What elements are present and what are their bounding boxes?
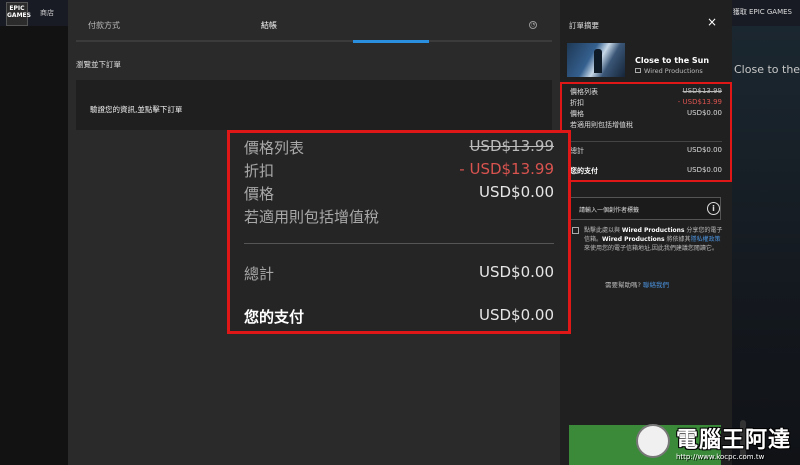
list-price-row: 價格列表 USD$13.99 — [570, 87, 722, 97]
review-heading: 瀏覽並下訂單 — [76, 60, 121, 69]
zoom-discount-row: 折扣 - USD$13.99 — [244, 160, 554, 181]
help-line: 需要幫助嗎? 聯絡我們 — [605, 279, 669, 289]
zoom-price-row: 價格 USD$0.00 — [244, 183, 554, 204]
zoom-price-value: USD$0.00 — [479, 183, 554, 201]
price-divider — [570, 141, 722, 142]
creator-tag-placeholder: 請輸入一個創作者標籤 — [579, 207, 640, 214]
zoom-divider — [244, 243, 554, 244]
step-complete-icon: ◔ — [529, 21, 537, 29]
summary-title: 訂單摘要 — [569, 21, 599, 30]
zoom-you-pay-value: USD$0.00 — [479, 306, 554, 324]
thumbnail-figure — [594, 49, 602, 73]
zoom-vat-note: 若適用則包括增值稅 — [244, 206, 554, 227]
tab-progress-track — [76, 40, 552, 42]
vat-note: 若適用則包括增值稅 — [570, 120, 722, 130]
zoom-subtotal-row: 總計 USD$0.00 — [244, 263, 554, 284]
zoom-list-price-value: USD$13.99 — [469, 137, 554, 155]
consent-text-4: 來使用您的電子信箱地址,因此我們建議您閱讀它。 — [584, 245, 718, 252]
vat-note-text: 若適用則包括增值稅 — [570, 121, 633, 129]
tab-payment-method[interactable]: 付款方式 — [88, 20, 120, 31]
game-thumbnail — [567, 43, 625, 77]
contact-us-link[interactable]: 聯絡我們 — [643, 281, 669, 289]
share-email-checkbox[interactable] — [572, 227, 579, 234]
price-row: 價格 USD$0.00 — [570, 109, 722, 119]
zoom-you-pay-row: 您的支付 USD$0.00 — [244, 306, 554, 327]
price-label: 價格 — [570, 110, 584, 118]
zoom-vat-note-text: 若適用則包括增值稅 — [244, 208, 380, 226]
discount-value: - USD$13.99 — [677, 98, 722, 106]
verify-info-text: 驗證您的資訊,並點擊下訂單 — [90, 105, 183, 114]
close-icon[interactable]: × — [707, 16, 717, 28]
mascot-icon — [636, 424, 670, 458]
zoom-discount-label: 折扣 — [244, 162, 275, 180]
list-price-label: 價格列表 — [570, 88, 598, 96]
help-text: 需要幫助嗎? — [605, 281, 641, 289]
tab-checkout[interactable]: 結帳 — [261, 20, 277, 31]
privacy-policy-link[interactable]: 隱私權政策 — [691, 236, 721, 243]
verify-info-box: 驗證您的資訊,並點擊下訂單 — [76, 80, 552, 130]
epic-logo[interactable]: EPIC GAMES — [6, 2, 31, 26]
list-price-value: USD$13.99 — [682, 87, 722, 95]
subtotal-row: 總計 USD$0.00 — [570, 146, 722, 156]
zoom-list-price-label: 價格列表 — [244, 139, 305, 157]
zoom-price-label: 價格 — [244, 185, 275, 203]
zoom-list-price-row: 價格列表 USD$13.99 — [244, 137, 554, 158]
consent-publisher: Wired Productions — [621, 227, 685, 234]
price-zoom-callout: 價格列表 USD$13.99 折扣 - USD$13.99 價格 USD$0.0… — [227, 130, 571, 334]
store-nav-link[interactable]: 商店 — [40, 8, 54, 18]
consent-publisher-2: Wired Productions — [602, 236, 665, 243]
discount-row: 折扣 - USD$13.99 — [570, 98, 722, 108]
creator-tag-input[interactable]: 請輸入一個創作者標籤 i — [569, 197, 721, 220]
game-title: Close to the Sun — [635, 56, 710, 65]
discount-label: 折扣 — [570, 99, 584, 107]
zoom-you-pay-label: 您的支付 — [244, 308, 305, 326]
info-icon[interactable]: i — [707, 202, 720, 215]
consent-text-3: 將依據其 — [664, 236, 691, 243]
zoom-discount-value: - USD$13.99 — [459, 160, 554, 178]
you-pay-value: USD$0.00 — [687, 166, 722, 174]
you-pay-row: 您的支付 USD$0.00 — [570, 166, 722, 176]
store-left-backdrop — [0, 26, 68, 465]
get-epic-button[interactable]: 獲取 EPIC GAMES — [733, 7, 792, 17]
watermark-url: http://www.kocpc.com.tw — [676, 453, 765, 461]
publisher-icon — [635, 68, 641, 73]
publisher-name: Wired Productions — [644, 67, 703, 75]
price-value: USD$0.00 — [687, 109, 722, 117]
screen: EPIC GAMES 商店 獲取 EPIC GAMES Close to the… — [0, 0, 800, 465]
order-summary-panel: 訂單摘要 × Close to the Sun Wired Production… — [560, 0, 732, 465]
zoom-subtotal-label: 總計 — [244, 265, 275, 283]
share-email-consent: 點擊此處以與 Wired Productions 分享您的電子信箱。Wired … — [584, 226, 724, 253]
subtotal-label: 總計 — [570, 147, 584, 155]
watermark-text: 電腦王阿達 — [676, 428, 792, 453]
zoom-subtotal-value: USD$0.00 — [479, 263, 554, 281]
subtotal-value: USD$0.00 — [687, 146, 722, 154]
consent-text-1: 點擊此處以與 — [584, 227, 622, 234]
store-game-title: Close to the Sun — [734, 63, 800, 76]
price-breakdown-highlight: 價格列表 USD$13.99 折扣 - USD$13.99 價格 USD$0.0… — [560, 82, 732, 182]
you-pay-label: 您的支付 — [570, 167, 598, 175]
store-right-backdrop — [732, 26, 800, 465]
tab-active-indicator — [353, 40, 429, 43]
site-watermark: 電腦王阿達 http://www.kocpc.com.tw — [630, 420, 800, 465]
